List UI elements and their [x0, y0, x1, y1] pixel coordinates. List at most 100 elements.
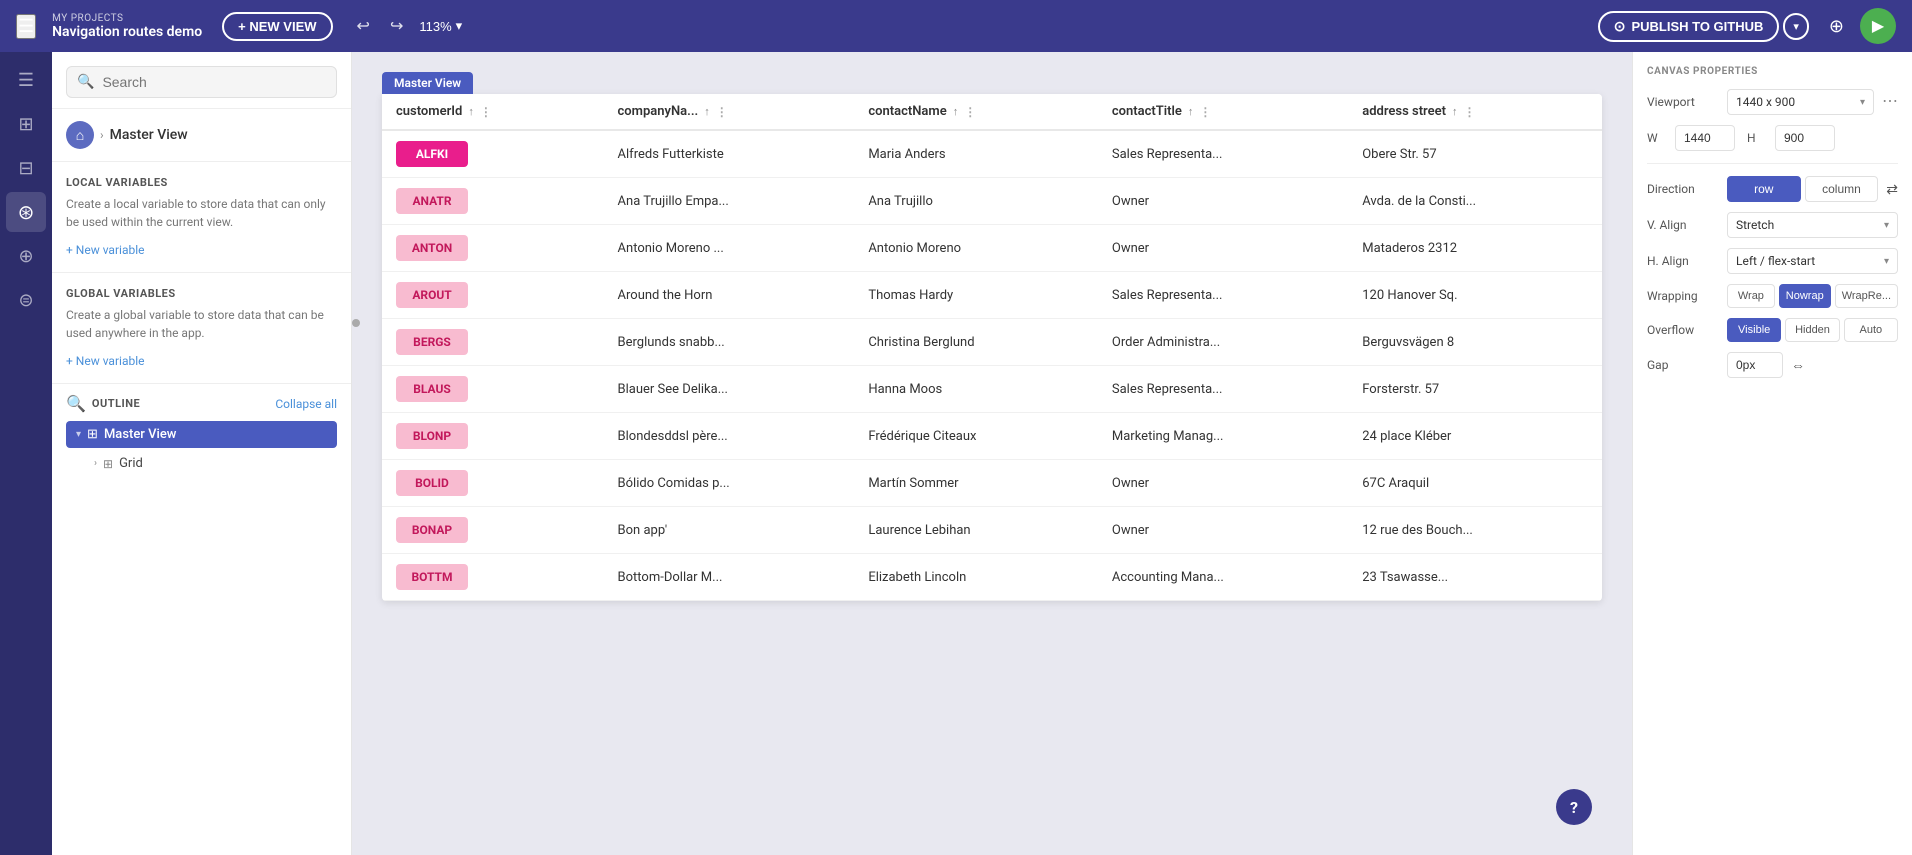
- customer-id-badge-4: BERGS: [396, 329, 468, 355]
- viewport-select[interactable]: 1440 x 900 ▾: [1727, 89, 1874, 115]
- customer-id-badge-1: ANATR: [396, 188, 468, 214]
- global-variables-section: GLOBAL VARIABLES Create a global variabl…: [52, 272, 351, 383]
- cell-company-1: Ana Trujillo Empa...: [604, 178, 855, 225]
- new-local-variable-link[interactable]: + New variable: [66, 243, 145, 257]
- new-global-variable-link[interactable]: + New variable: [66, 354, 145, 368]
- cell-title-1: Owner: [1098, 178, 1348, 225]
- col-menu-customerId[interactable]: ⋮: [480, 105, 492, 119]
- cell-address-2: Mataderos 2312: [1348, 225, 1602, 272]
- publish-caret-button[interactable]: ▾: [1783, 13, 1809, 40]
- table-body: ALFKI Alfreds Futterkiste Maria Anders S…: [382, 130, 1602, 601]
- sidebar-icon-plugins[interactable]: ⊕: [6, 236, 46, 276]
- sidebar-icon-history[interactable]: ⊜: [6, 280, 46, 320]
- col-menu-contactName[interactable]: ⋮: [964, 105, 976, 119]
- cell-title-8: Owner: [1098, 507, 1348, 554]
- w-input[interactable]: [1675, 125, 1735, 151]
- direction-label: Direction: [1647, 182, 1719, 196]
- outline-master-view-item[interactable]: ▾ ⊞ Master View: [66, 421, 337, 448]
- sort-icon-contactName[interactable]: ↑: [953, 105, 959, 118]
- direction-row-button[interactable]: row: [1727, 176, 1801, 202]
- customer-id-badge-7: BOLID: [396, 470, 468, 496]
- undo-button[interactable]: ↩: [353, 12, 374, 40]
- sidebar-icon-components[interactable]: ⊞: [6, 104, 46, 144]
- gap-input[interactable]: [1727, 352, 1783, 378]
- overflow-visible-button[interactable]: Visible: [1727, 318, 1781, 342]
- direction-btn-group: row column: [1727, 176, 1878, 202]
- col-header-customerId: customerId ↑ ⋮: [382, 94, 604, 130]
- table-row: BOTTM Bottom-Dollar M... Elizabeth Linco…: [382, 554, 1602, 601]
- wrapre-button[interactable]: WrapRe...: [1835, 284, 1898, 308]
- col-contactName-label: contactName: [868, 104, 946, 119]
- col-header-addressStreet: address street ↑ ⋮: [1348, 94, 1602, 130]
- play-button[interactable]: ▶: [1860, 8, 1896, 44]
- cell-company-2: Antonio Moreno ...: [604, 225, 855, 272]
- customer-id-badge-0: ALFKI: [396, 141, 468, 167]
- h-input[interactable]: [1775, 125, 1835, 151]
- master-view-nav[interactable]: ⌂ › Master View: [52, 109, 351, 162]
- viewport-more-button[interactable]: ⋯: [1882, 94, 1898, 110]
- direction-swap-button[interactable]: ⇄: [1886, 181, 1898, 198]
- nowrap-button[interactable]: Nowrap: [1779, 284, 1831, 308]
- search-input[interactable]: [102, 74, 326, 90]
- sort-icon-contactTitle[interactable]: ↑: [1188, 105, 1194, 118]
- cell-customerId-5: BLAUS: [382, 366, 604, 413]
- h-align-select[interactable]: Left / flex-start ▾: [1727, 248, 1898, 274]
- overflow-hidden-button[interactable]: Hidden: [1785, 318, 1839, 342]
- col-menu-companyName[interactable]: ⋮: [716, 105, 728, 119]
- zoom-control[interactable]: 113% ▾: [419, 18, 462, 34]
- outline-collapse-link[interactable]: Collapse all: [275, 397, 337, 411]
- col-header-contactTitle: contactTitle ↑ ⋮: [1098, 94, 1348, 130]
- sidebar-icon-variables[interactable]: ⊛: [6, 192, 46, 232]
- main-canvas: Master View customerId ↑ ⋮: [352, 52, 1632, 855]
- cell-company-5: Blauer See Delika...: [604, 366, 855, 413]
- redo-button[interactable]: ↪: [386, 12, 407, 40]
- menu-icon[interactable]: ☰: [16, 14, 36, 39]
- customer-id-badge-3: AROUT: [396, 282, 468, 308]
- cell-customerId-0: ALFKI: [382, 130, 604, 178]
- local-variables-desc: Create a local variable to store data th…: [66, 195, 337, 231]
- cell-company-7: Bólido Comidas p...: [604, 460, 855, 507]
- overflow-label: Overflow: [1647, 323, 1719, 337]
- w-label: W: [1647, 131, 1663, 145]
- outline-section: 🔍 OUTLINE Collapse all ▾ ⊞ Master View ›…: [52, 383, 351, 485]
- global-variables-desc: Create a global variable to store data t…: [66, 306, 337, 342]
- outline-grid-item[interactable]: › ⊞ Grid: [66, 452, 337, 475]
- cell-company-9: Bottom-Dollar M...: [604, 554, 855, 601]
- github-icon: ⊙: [1614, 18, 1626, 35]
- overflow-auto-button[interactable]: Auto: [1844, 318, 1898, 342]
- wrapping-label: Wrapping: [1647, 289, 1719, 303]
- sidebar-icon-data[interactable]: ⊟: [6, 148, 46, 188]
- publish-button[interactable]: ⊙ PUBLISH TO GITHUB: [1598, 11, 1780, 42]
- sort-icon-addressStreet[interactable]: ↑: [1452, 105, 1458, 118]
- col-menu-addressStreet[interactable]: ⋮: [1463, 105, 1475, 119]
- customer-id-badge-6: BLONP: [396, 423, 468, 449]
- table-row: BERGS Berglunds snabb... Christina Bergl…: [382, 319, 1602, 366]
- help-button[interactable]: ?: [1556, 789, 1592, 825]
- h-label: H: [1747, 131, 1763, 145]
- gap-link-button[interactable]: ⇔: [1791, 357, 1805, 373]
- topbar: ☰ MY PROJECTS Navigation routes demo + N…: [0, 0, 1912, 52]
- customer-id-badge-2: ANTON: [396, 235, 468, 261]
- h-align-value: Left / flex-start: [1736, 254, 1815, 268]
- new-view-button[interactable]: + NEW VIEW: [222, 12, 332, 41]
- col-menu-contactTitle[interactable]: ⋮: [1199, 105, 1211, 119]
- share-button[interactable]: ⊕: [1829, 16, 1844, 37]
- table-row: BLONP Blondesddsl père... Frédérique Cit…: [382, 413, 1602, 460]
- cell-customerId-1: ANATR: [382, 178, 604, 225]
- cell-contact-2: Antonio Moreno: [854, 225, 1098, 272]
- direction-column-button[interactable]: column: [1805, 176, 1879, 202]
- wrap-button[interactable]: Wrap: [1727, 284, 1775, 308]
- project-label: MY PROJECTS: [52, 13, 202, 24]
- v-align-select[interactable]: Stretch ▾: [1727, 212, 1898, 238]
- overflow-btn-group: Visible Hidden Auto: [1727, 318, 1898, 342]
- master-view-nav-label: Master View: [110, 127, 188, 143]
- sort-icon-customerId[interactable]: ↑: [468, 105, 474, 118]
- project-name: Navigation routes demo: [52, 24, 202, 40]
- sidebar-icon-menu[interactable]: ☰: [6, 60, 46, 100]
- cell-contact-6: Frédérique Citeaux: [854, 413, 1098, 460]
- cell-customerId-6: BLONP: [382, 413, 604, 460]
- sort-icon-companyName[interactable]: ↑: [704, 105, 710, 118]
- v-align-arrow-icon: ▾: [1884, 220, 1889, 231]
- col-header-companyName: companyNa... ↑ ⋮: [604, 94, 855, 130]
- outline-header: 🔍 OUTLINE Collapse all: [66, 394, 337, 413]
